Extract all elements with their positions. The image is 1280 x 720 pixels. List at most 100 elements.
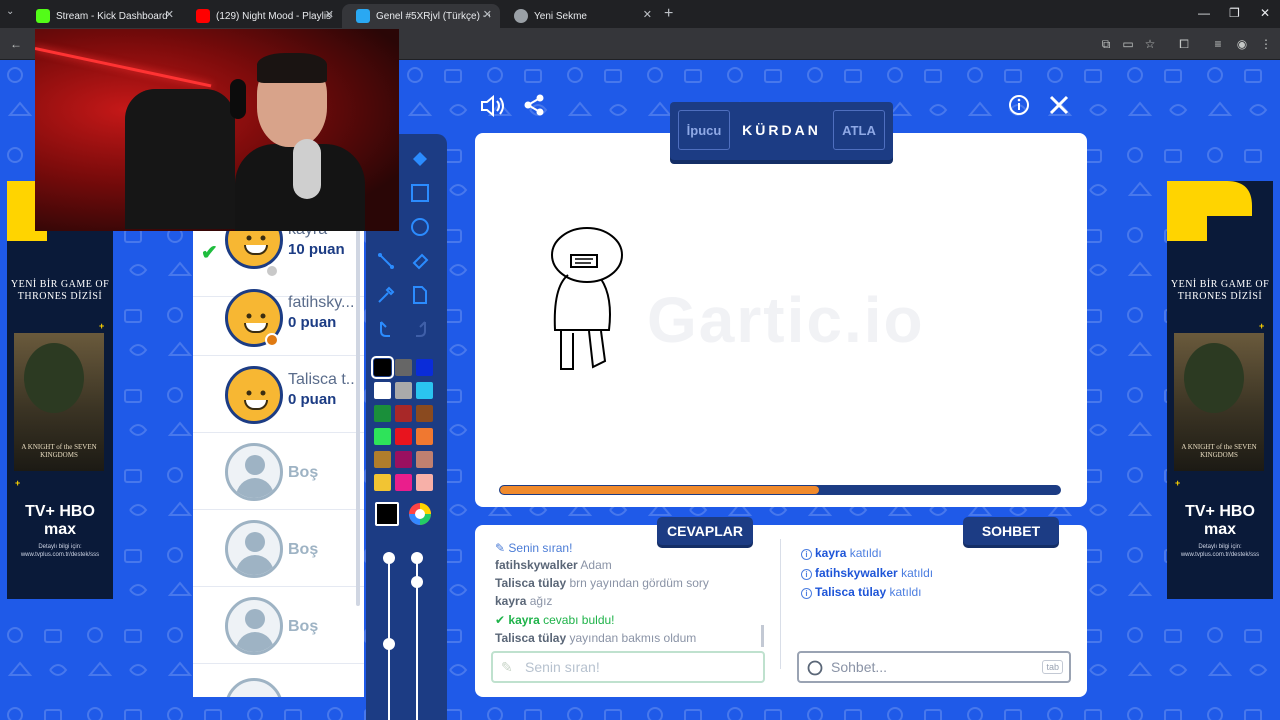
cast-icon[interactable]: ▭ [1120, 36, 1136, 52]
close-icon[interactable]: ✕ [325, 8, 334, 21]
color-swatch[interactable] [395, 474, 412, 491]
ad-plus-icon: + [1259, 321, 1265, 331]
answer-message: kayra ağız [495, 594, 553, 608]
extensions-icon[interactable]: ⧠ [1176, 36, 1192, 52]
fill-bucket-icon[interactable] [406, 146, 434, 174]
player-points: 0 puan [288, 314, 337, 331]
right-advertisement[interactable]: YENİ BİR GAME OF THRONES DİZİSİ + A KNIG… [1167, 181, 1273, 599]
undo-icon[interactable] [372, 315, 400, 343]
translate-icon[interactable]: ⧉ [1098, 36, 1114, 52]
player-name: Boş [288, 541, 319, 558]
rectangle-tool-icon[interactable] [406, 179, 434, 207]
chat-bubble-icon [807, 660, 823, 676]
chat-message: i Talisca tülay katıldı [801, 585, 922, 599]
minimize-icon[interactable]: — [1198, 6, 1210, 20]
profile-icon[interactable]: ◉ [1234, 36, 1250, 52]
drawing-canvas[interactable]: Gartic.io [475, 133, 1087, 507]
player-points: 10 puan [288, 241, 345, 258]
avatar [225, 366, 283, 424]
color-swatch[interactable] [416, 474, 433, 491]
slider-knob[interactable] [383, 552, 395, 564]
color-swatch[interactable] [416, 359, 433, 376]
browser-tab-youtube[interactable]: (129) Night Mood - Playlist ✕ [182, 4, 342, 28]
bookmark-star-icon[interactable]: ☆ [1142, 36, 1158, 52]
browser-tab-gartic[interactable]: Genel #5XRjvl (Türkçe) - Gartic ✕ [342, 4, 500, 28]
current-color[interactable] [375, 502, 399, 526]
gaming-chair [125, 89, 235, 229]
answer-message: ✎ Senin sıran! [495, 541, 573, 555]
left-advertisement[interactable]: YENİ BİR GAME OF THRONES DİZİSİ + A KNIG… [7, 181, 113, 599]
browser-tab-new[interactable]: Yeni Sekme ✕ [500, 4, 660, 28]
color-swatch[interactable] [374, 405, 391, 422]
player-row[interactable]: fatihsky... 0 puan [193, 279, 364, 356]
window-close-icon[interactable]: ✕ [1260, 6, 1270, 20]
info-icon: i [801, 569, 812, 580]
browser-tab-kick[interactable]: Stream - Kick Dashboard ✕ [22, 4, 182, 28]
player-name: Boş [288, 464, 319, 481]
answer-message: Talisca tülay brn yayından gördüm sory [495, 576, 709, 590]
redo-icon[interactable] [406, 315, 434, 343]
stick-figure-drawing [551, 227, 623, 370]
chat-message: i kayra katıldı [801, 546, 882, 560]
ad-disclaimer: Detaylı bilgi için: www.tvplus.com.tr/de… [20, 544, 100, 558]
checkmark-icon: ✔ [201, 242, 218, 264]
reading-list-icon[interactable]: ≡ [1210, 36, 1226, 52]
tab-search-icon[interactable]: ⌄ [6, 6, 14, 17]
empty-avatar-icon [225, 597, 283, 655]
close-icon[interactable]: ✕ [165, 8, 174, 21]
new-page-icon[interactable] [406, 281, 434, 309]
color-swatch[interactable] [395, 405, 412, 422]
answers-scrollbar[interactable] [761, 625, 764, 647]
ad-brand: TV+ HBO max [25, 503, 95, 538]
slider-knob[interactable] [411, 576, 423, 588]
color-swatch[interactable] [371, 356, 394, 379]
ad-yellow-logo [1167, 181, 1252, 241]
color-swatch[interactable] [395, 359, 412, 376]
color-swatch[interactable] [374, 451, 391, 468]
chat-header[interactable]: SOHBET [963, 517, 1059, 545]
ad-headline: YENİ BİR GAME OF THRONES DİZİSİ [10, 279, 110, 302]
player-list-scrollbar[interactable] [356, 220, 360, 606]
info-icon[interactable] [1008, 94, 1030, 116]
eraser-icon[interactable] [406, 247, 434, 275]
skip-button[interactable]: ATLA [833, 110, 885, 150]
ellipse-tool-icon[interactable] [406, 213, 434, 241]
maximize-icon[interactable]: ❐ [1229, 6, 1240, 20]
color-swatch[interactable] [374, 382, 391, 399]
color-swatch[interactable] [374, 428, 391, 445]
close-icon[interactable]: ✕ [643, 8, 652, 21]
eyedropper-icon[interactable] [372, 281, 400, 309]
info-icon: i [801, 549, 812, 560]
slider-knob[interactable] [411, 552, 423, 564]
round-timer-bar [499, 485, 1061, 495]
close-game-icon[interactable] [1048, 94, 1070, 116]
sound-icon[interactable] [480, 94, 506, 118]
color-swatch[interactable] [395, 428, 412, 445]
hint-button[interactable]: İpucu [678, 110, 730, 150]
share-icon[interactable] [523, 94, 545, 116]
new-tab-button[interactable]: + [664, 5, 673, 23]
ad-poster-caption: A KNIGHT of the SEVEN KINGDOMS [1181, 443, 1257, 459]
color-swatch[interactable] [374, 474, 391, 491]
back-icon[interactable]: ← [8, 36, 24, 52]
color-swatch[interactable] [416, 405, 433, 422]
slider-knob[interactable] [383, 638, 395, 650]
word-banner: İpucu KÜRDAN ATLA [670, 102, 893, 160]
menu-kebab-icon[interactable]: ⋮ [1258, 36, 1274, 52]
empty-player-slot: Boş [193, 433, 364, 510]
close-icon[interactable]: ✕ [483, 8, 492, 21]
color-swatch[interactable] [416, 382, 433, 399]
pencil-icon: ✎ [501, 659, 513, 675]
globe-icon [514, 9, 528, 23]
answer-input[interactable]: ✎ Senin sıran! [491, 651, 765, 683]
youtube-favicon-icon [196, 9, 210, 23]
color-swatch[interactable] [395, 451, 412, 468]
color-swatch[interactable] [416, 428, 433, 445]
color-swatch[interactable] [416, 451, 433, 468]
color-wheel-icon[interactable] [406, 500, 434, 528]
chat-input[interactable]: Sohbet... tab [797, 651, 1071, 683]
player-row[interactable]: Talisca t... 0 puan [193, 356, 364, 433]
color-swatch[interactable] [395, 382, 412, 399]
answers-header[interactable]: CEVAPLAR [657, 517, 753, 545]
line-tool-icon[interactable] [372, 247, 400, 275]
